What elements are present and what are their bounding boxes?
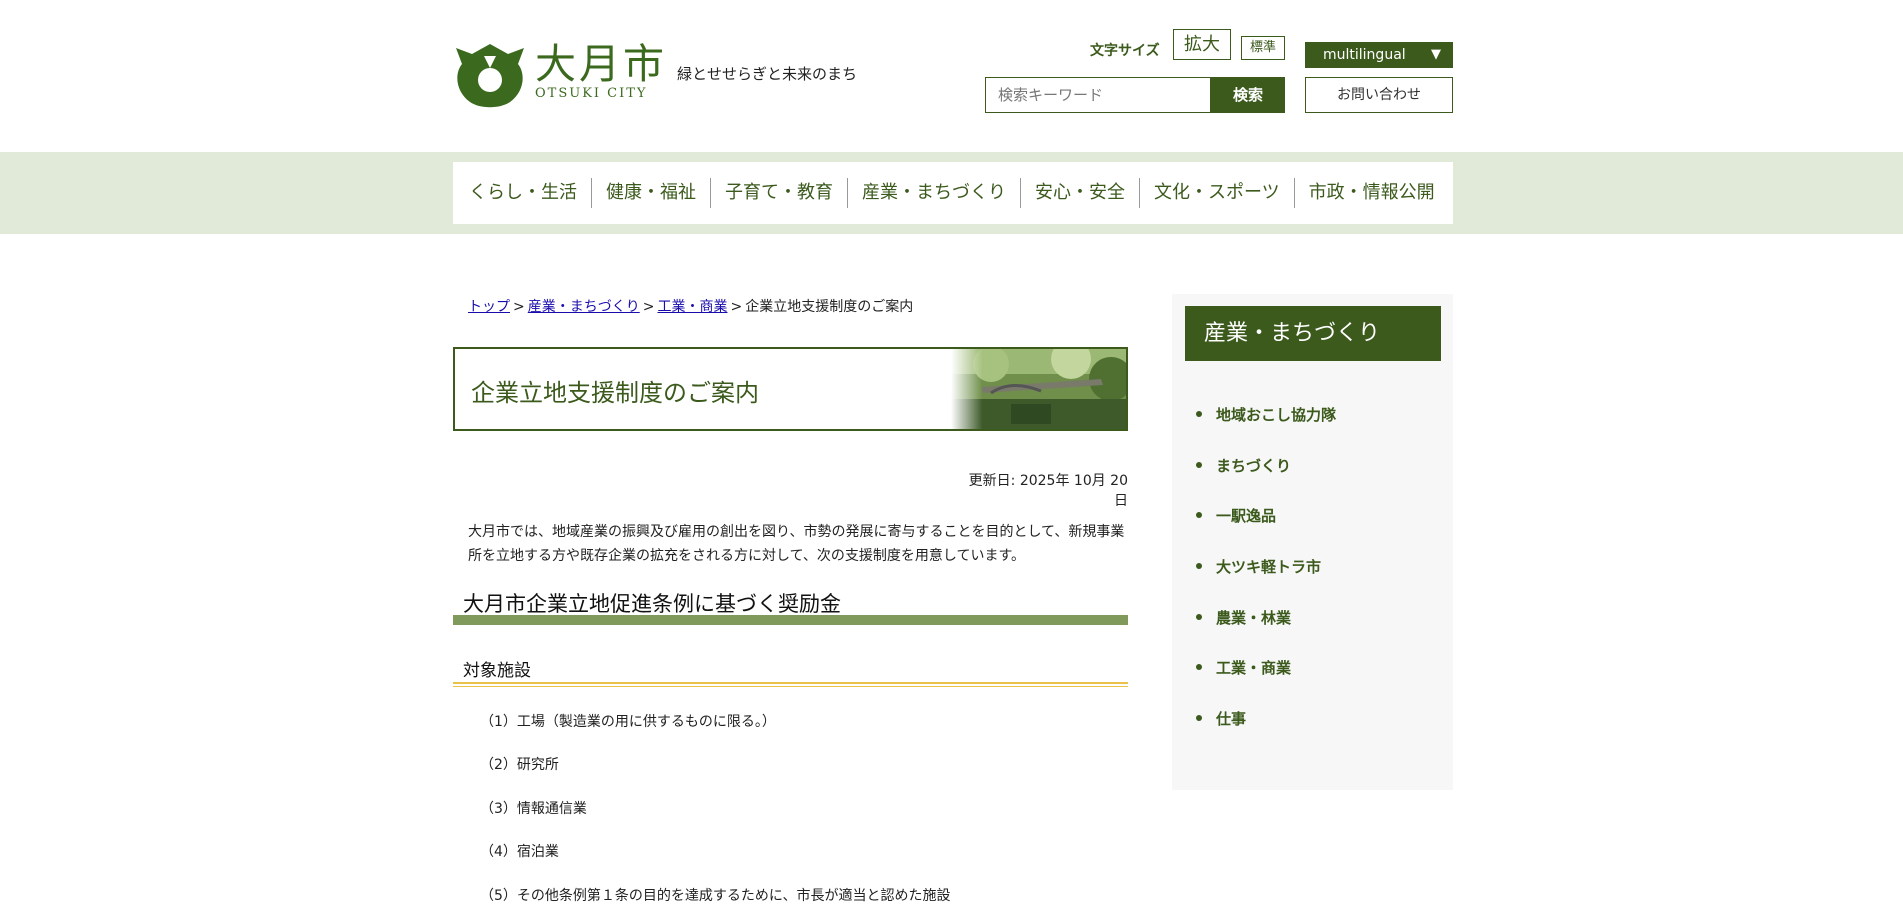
bullet-icon [1196, 714, 1202, 721]
facility-list-item: （2）研究所 [480, 757, 559, 773]
site-header: 大月市 OTSUKI CITY 緑とせせらぎと未来のまち 文字サイズ 拡大 標準… [0, 0, 1903, 152]
facility-list-item: （1）工場（製造業の用に供するものに限る。） [480, 714, 776, 730]
font-enlarge-button[interactable]: 拡大 [1173, 29, 1231, 60]
sidebar-item-jobs[interactable]: 仕事 [1196, 708, 1246, 729]
subsection-underline [453, 686, 1128, 687]
site-name-jp: 大月市 [535, 40, 667, 88]
city-emblem-icon [456, 44, 524, 108]
page-title-box: 企業立地支援制度のご案内 [453, 347, 1128, 431]
global-nav: くらし・生活 健康・福祉 子育て・教育 産業・まちづくり 安心・安全 文化・スポ… [453, 162, 1453, 224]
font-size-label: 文字サイズ [1090, 43, 1160, 59]
sidebar-item-local-products[interactable]: 一駅逸品 [1196, 505, 1276, 526]
nav-item-industry[interactable]: 産業・まちづくり [847, 178, 1020, 208]
breadcrumb-current: 企業立地支援制度のご案内 [745, 299, 914, 315]
section-heading: 大月市企業立地促進条例に基づく奨励金 [453, 586, 1128, 626]
facility-list-item: （5）その他条例第１条の目的を達成するために、市長が適当と認めた施設 [480, 888, 951, 904]
sidebar-item-community-cooperators[interactable]: 地域おこし協力隊 [1196, 404, 1336, 425]
sidebar-item-label: 地域おこし協力隊 [1216, 406, 1337, 424]
triangle-down-icon: ▼ [1431, 47, 1441, 62]
sidebar-item-truck-market[interactable]: 大ツキ軽トラ市 [1196, 556, 1321, 577]
sidebar-item-town-planning[interactable]: まちづくり [1196, 455, 1291, 476]
subsection-heading-text: 対象施設 [463, 661, 531, 681]
sidebar-item-agriculture-forestry[interactable]: 農業・林業 [1196, 607, 1291, 628]
sidebar-item-label: 一駅逸品 [1216, 507, 1277, 525]
updated-date: 更新日: 2025年 10月 20日 [968, 473, 1128, 509]
breadcrumb-top-link[interactable]: トップ [468, 299, 510, 315]
multilingual-dropdown[interactable]: multilingual ▼ [1305, 42, 1453, 68]
bullet-icon [1196, 511, 1202, 518]
breadcrumb-separator: > [513, 299, 525, 315]
nav-item-culture[interactable]: 文化・スポーツ [1139, 178, 1294, 208]
breadcrumb-commerce-link[interactable]: 工業・商業 [657, 299, 727, 315]
site-tagline: 緑とせせらぎと未来のまち [677, 65, 858, 83]
search-button[interactable]: 検索 [1211, 77, 1285, 113]
breadcrumb: トップ > 産業・まちづくり > 工業・商業 > 企業立地支援制度のご案内 [468, 296, 913, 316]
sidebar-item-label: まちづくり [1216, 457, 1292, 475]
bridge-photo [951, 349, 1126, 429]
bullet-icon [1196, 410, 1202, 417]
sidebar-item-label: 仕事 [1216, 710, 1247, 728]
search-input[interactable]: 検索キーワード [985, 77, 1211, 113]
breadcrumb-industry-link[interactable]: 産業・まちづくり [528, 299, 640, 315]
breadcrumb-separator: > [642, 299, 655, 315]
nav-item-government[interactable]: 市政・情報公開 [1293, 178, 1449, 208]
section-heading-bar [453, 615, 1128, 625]
nav-item-life[interactable]: くらし・生活 [453, 178, 591, 208]
sidebar-item-label: 農業・林業 [1216, 609, 1292, 627]
subsection-heading: 対象施設 [453, 654, 1128, 688]
site-logo[interactable]: 大月市 OTSUKI CITY [452, 42, 667, 108]
facility-list-item: （4）宿泊業 [480, 844, 559, 860]
page-title: 企業立地支援制度のご案内 [471, 379, 759, 407]
sidebar-heading: 産業・まちづくり [1185, 306, 1441, 361]
site-name-en: OTSUKI CITY [535, 86, 648, 101]
facility-list-item: （3）情報通信業 [480, 801, 587, 817]
intro-paragraph: 大月市では、地域産業の振興及び雇用の創出を図り、市勢の発展に寄与することを目的と… [468, 524, 1125, 564]
bullet-icon [1196, 613, 1202, 620]
bullet-icon [1196, 663, 1202, 670]
multilingual-label: multilingual [1323, 47, 1406, 63]
bullet-icon [1196, 461, 1202, 468]
sidebar-item-label: 大ツキ軽トラ市 [1216, 558, 1322, 576]
font-standard-button[interactable]: 標準 [1241, 36, 1285, 60]
nav-item-safety[interactable]: 安心・安全 [1020, 178, 1139, 208]
breadcrumb-separator: > [730, 299, 743, 315]
contact-button[interactable]: お問い合わせ [1305, 77, 1453, 113]
sidebar: 産業・まちづくり 地域おこし協力隊 まちづくり 一駅逸品 大ツキ軽トラ市 農業・… [1172, 294, 1453, 790]
subsection-underline [453, 682, 1128, 684]
nav-item-health[interactable]: 健康・福祉 [591, 178, 710, 208]
section-heading-text: 大月市企業立地促進条例に基づく奨励金 [463, 592, 841, 616]
sidebar-item-label: 工業・商業 [1216, 659, 1292, 677]
sidebar-item-industry-commerce[interactable]: 工業・商業 [1196, 657, 1291, 678]
bullet-icon [1196, 562, 1202, 569]
nav-item-education[interactable]: 子育て・教育 [710, 178, 847, 208]
